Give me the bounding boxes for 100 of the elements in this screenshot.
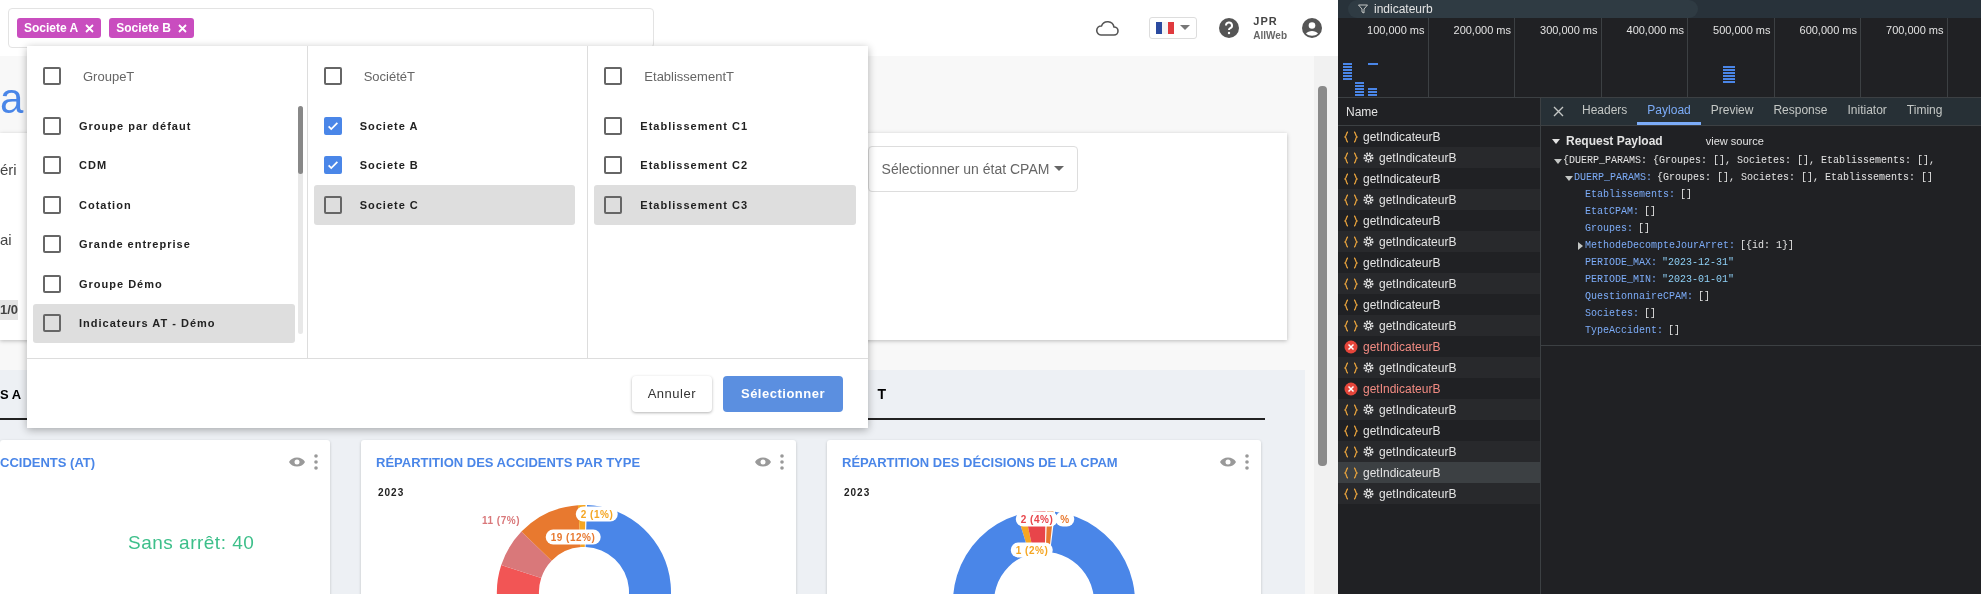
braces-icon [1344,130,1358,143]
stat-value: Sans arrêt: 40 [128,532,255,554]
request-row[interactable]: getIndicateurB [1338,378,1540,399]
language-button[interactable] [1149,17,1198,39]
request-row[interactable]: getIndicateurB [1338,483,1540,504]
braces-icon [1344,487,1358,500]
request-row[interactable]: getIndicateurB [1338,357,1540,378]
request-row[interactable]: getIndicateurB [1338,231,1540,252]
scrollbar[interactable] [297,106,303,334]
option-item[interactable]: Etablissement C3 [594,185,856,225]
panel-tab[interactable]: Initiator [1837,98,1897,125]
more-icon[interactable] [314,454,318,470]
request-row[interactable]: getIndicateurB [1338,147,1540,168]
column-header[interactable]: Name [1346,104,1378,119]
help-icon[interactable] [1219,18,1240,38]
option-item[interactable]: Etablissement C1 [594,106,856,146]
request-row[interactable]: getIndicateurB [1338,420,1540,441]
slice-label: 2 (4%) [1015,511,1059,527]
cancel-button[interactable]: Annuler [631,375,712,412]
more-icon[interactable] [1245,454,1249,470]
close-icon[interactable] [1553,106,1564,117]
panel-tab[interactable]: Payload [1637,98,1701,125]
checkbox[interactable] [43,67,61,85]
option-item[interactable]: Indicateurs AT - Démo [33,303,295,343]
checkbox[interactable] [323,195,342,214]
panel-tab[interactable]: Timing [1896,98,1953,125]
request-row[interactable]: getIndicateurB [1338,126,1540,147]
request-row[interactable]: getIndicateurB [1338,189,1540,210]
account-icon[interactable] [1302,18,1322,38]
checkbox[interactable] [43,156,61,175]
filter-icon [1358,4,1368,14]
section-tab[interactable]: T [877,386,887,402]
eye-icon[interactable] [288,456,306,468]
checkbox[interactable] [43,314,61,333]
request-row[interactable]: getIndicateurB [1338,399,1540,420]
request-row[interactable]: getIndicateurB [1338,210,1540,231]
panel-tab[interactable]: Preview [1700,98,1764,125]
payload-entry: QuestionnaireCPAM: [] [1585,291,1711,302]
request-row[interactable]: getIndicateurB [1338,315,1540,336]
cloud-icon[interactable] [1095,20,1120,36]
option-item[interactable]: Cotation [33,185,295,225]
option-item[interactable]: Groupe par défaut [33,106,295,146]
option-label: Etablissement C1 [640,119,749,132]
more-icon[interactable] [780,454,784,470]
time-tick-label: 400,000 ms [1626,24,1684,36]
option-item[interactable]: Societe B [313,145,576,185]
option-item[interactable]: Societe A [313,106,576,146]
option-item[interactable]: Societe C [313,185,576,225]
option-item[interactable]: Etablissement C2 [594,145,856,185]
checkbox[interactable] [604,67,623,85]
eye-icon[interactable] [1219,456,1237,468]
payload-entry: {DUERP_PARAMS: {Groupes: [], Societes: [], Etablissements: [], [1563,155,1936,166]
checkbox[interactable] [604,116,623,135]
tag-chip[interactable]: Societe B [109,18,194,38]
disclosure-triangle-icon[interactable] [1575,240,1585,251]
checkbox[interactable] [43,235,61,254]
option-label: CDM [79,159,108,172]
gear-icon [1363,488,1374,499]
section-tab[interactable]: S A [0,386,22,402]
request-row[interactable]: getIndicateurB [1338,336,1540,357]
panel-tab[interactable]: Headers [1572,98,1638,125]
request-row[interactable]: getIndicateurB [1338,441,1540,462]
checkbox[interactable] [323,156,342,175]
option-item[interactable]: CDM [33,145,295,185]
option-label: Indicateurs AT - Démo [79,317,216,330]
eye-icon[interactable] [754,456,772,468]
braces-icon [1344,256,1358,269]
payload-entry: PERIODE_MAX: "2023-12-31" [1585,257,1735,268]
request-row[interactable]: getIndicateurB [1338,252,1540,273]
gear-icon [1363,236,1374,247]
request-row[interactable]: getIndicateurB [1338,294,1540,315]
option-item[interactable]: Groupe Démo [33,264,295,304]
time-tick-label: 700,000 ms [1886,24,1944,36]
checkbox[interactable] [604,195,623,214]
braces-icon [1344,319,1358,332]
gear-icon [1363,320,1374,331]
disclosure-triangle-icon[interactable] [1551,136,1561,146]
request-row[interactable]: getIndicateurB [1338,273,1540,294]
request-row[interactable]: getIndicateurB [1338,462,1540,483]
option-item[interactable]: Grande entreprise [33,224,295,264]
checkbox[interactable] [43,195,61,214]
checkbox[interactable] [604,156,623,175]
checkbox[interactable] [323,116,342,135]
option-label: Etablissement C3 [640,198,749,211]
company-name: AllWeb [1253,28,1287,42]
braces-icon [1344,172,1358,185]
user-initials: JPR [1253,14,1279,29]
cpam-select[interactable]: Sélectionner un état CPAM [868,146,1078,192]
view-source-link[interactable]: view source [1705,135,1764,147]
checkbox[interactable] [323,67,342,85]
checkbox[interactable] [43,274,61,293]
checkbox[interactable] [43,116,61,135]
filter-field[interactable]: indicateurb [1348,0,1698,18]
slice-label: 1 (2%) [1010,542,1054,558]
time-tick-label: 500,000 ms [1713,24,1771,36]
payload-entry: TypeAccident: [] [1585,325,1681,336]
tag-chip[interactable]: Societe A [17,18,102,38]
scrollbar[interactable] [1314,56,1338,594]
panel-tab[interactable]: Response [1763,98,1838,125]
request-row[interactable]: getIndicateurB [1338,168,1540,189]
